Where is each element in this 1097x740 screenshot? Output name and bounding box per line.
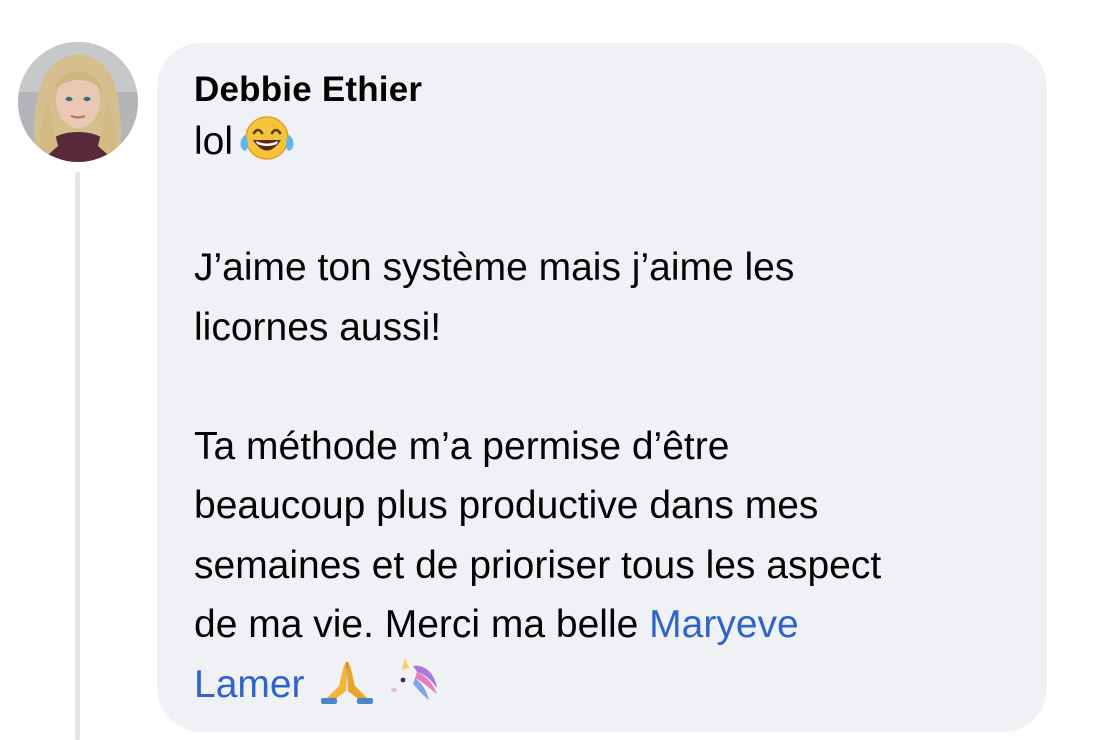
comment-line: licornes aussi! (194, 305, 442, 349)
comment-line: lol (194, 120, 234, 163)
comment-line: J’aime ton système mais j’aime les (194, 246, 795, 289)
comment-paragraph-3: Ta méthode m’a permise d’être beaucoup pl… (194, 417, 1017, 722)
mention-link-first-name[interactable]: Maryeve (649, 603, 799, 646)
reply-thread-line (75, 172, 80, 740)
folded-hands-icon (319, 658, 375, 722)
mention-link-last-name[interactable]: Lamer (194, 663, 305, 706)
comment-text: lol J’aime ton système mais j’aime les li… (194, 112, 1017, 721)
comment-line: beaucoup plus productive dans mes (194, 484, 819, 527)
comment-line: Ta méthode m’a permise d’être (194, 424, 730, 468)
unicorn-icon (383, 656, 439, 722)
avatar[interactable] (18, 42, 138, 162)
avatar-photo (18, 42, 138, 162)
comment-line: de ma vie. Merci ma belle (194, 603, 650, 646)
comment-paragraph-2: J’aime ton système mais j’aime les licorn… (194, 238, 1017, 357)
face-with-tears-of-joy-icon (239, 113, 295, 179)
comment-line: semaines et de prioriser tous les aspect (194, 543, 882, 587)
comment-author-name[interactable]: Debbie Ethier (194, 70, 1017, 110)
comment-paragraph-1: lol (194, 112, 1017, 179)
comment-thread: Debbie Ethier lol J’aime ton système mai… (0, 0, 1097, 740)
comment-bubble: Debbie Ethier lol J’aime ton système mai… (157, 43, 1047, 732)
